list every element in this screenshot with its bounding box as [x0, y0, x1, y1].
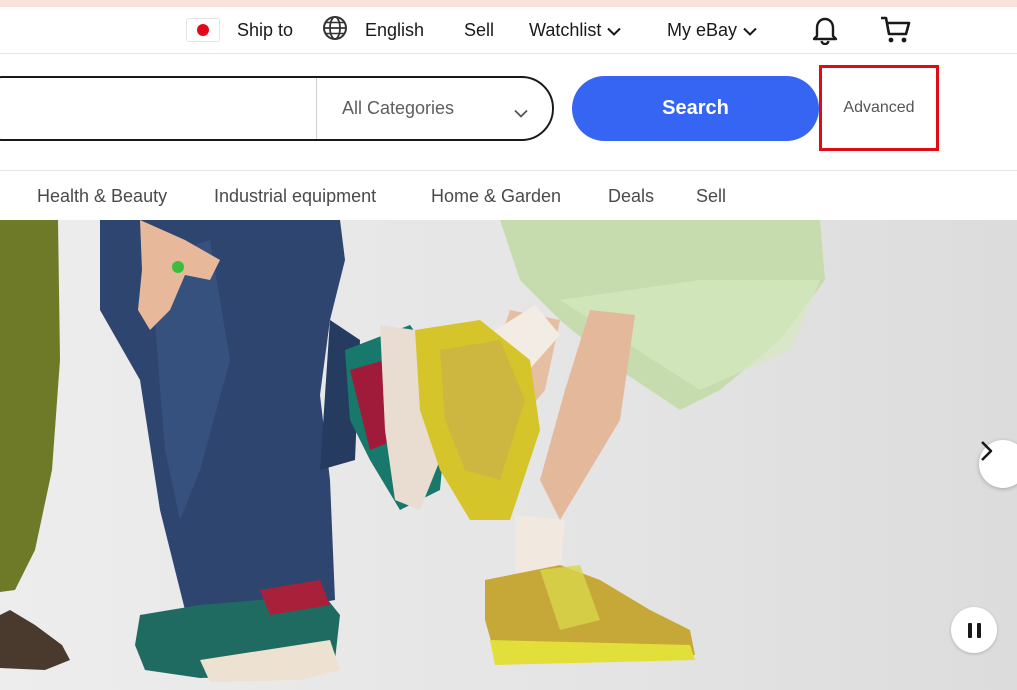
hero-banner[interactable]	[0, 220, 1017, 690]
ship-to-button[interactable]: Ship to	[186, 7, 293, 53]
language-selector[interactable]: English	[322, 7, 424, 53]
category-selected-value: All Categories	[342, 98, 455, 118]
top-banner-strip	[0, 0, 1017, 7]
search-input[interactable]	[12, 88, 282, 130]
advanced-search-link[interactable]: Advanced	[819, 65, 939, 151]
category-select[interactable]: All Categories	[317, 78, 552, 139]
flag-icon	[186, 18, 220, 42]
watchlist-button[interactable]: Watchlist	[529, 7, 622, 53]
nav-item-sell[interactable]: Sell	[696, 171, 726, 221]
hero-image	[0, 220, 825, 682]
bell-icon[interactable]	[811, 7, 839, 53]
language-label: English	[365, 19, 425, 40]
global-header: Ship to English Sell Watchlist My eBay	[0, 7, 1017, 54]
chevron-down-icon	[607, 20, 622, 41]
nav-item-health-beauty[interactable]: Health & Beauty	[37, 171, 167, 221]
nav-item-industrial-equipment[interactable]: Industrial equipment	[214, 171, 376, 221]
cart-icon[interactable]	[879, 7, 911, 53]
search-bar: All Categories	[0, 76, 554, 141]
pause-icon[interactable]	[951, 607, 997, 653]
category-nav: Health & Beauty Industrial equipment Hom…	[0, 170, 1017, 220]
advanced-label: Advanced	[843, 99, 915, 116]
chevron-down-icon	[514, 102, 528, 123]
search-button[interactable]: Search	[572, 76, 819, 141]
globe-icon	[322, 15, 348, 46]
my-ebay-label: My eBay	[667, 19, 738, 40]
nav-item-home-garden[interactable]: Home & Garden	[431, 171, 561, 221]
my-ebay-button[interactable]: My eBay	[667, 7, 757, 53]
chevron-down-icon	[743, 20, 757, 41]
sell-link[interactable]: Sell	[464, 7, 494, 53]
ship-to-label: Ship to	[237, 19, 294, 40]
watchlist-label: Watchlist	[529, 19, 602, 40]
nav-item-deals[interactable]: Deals	[608, 171, 654, 221]
